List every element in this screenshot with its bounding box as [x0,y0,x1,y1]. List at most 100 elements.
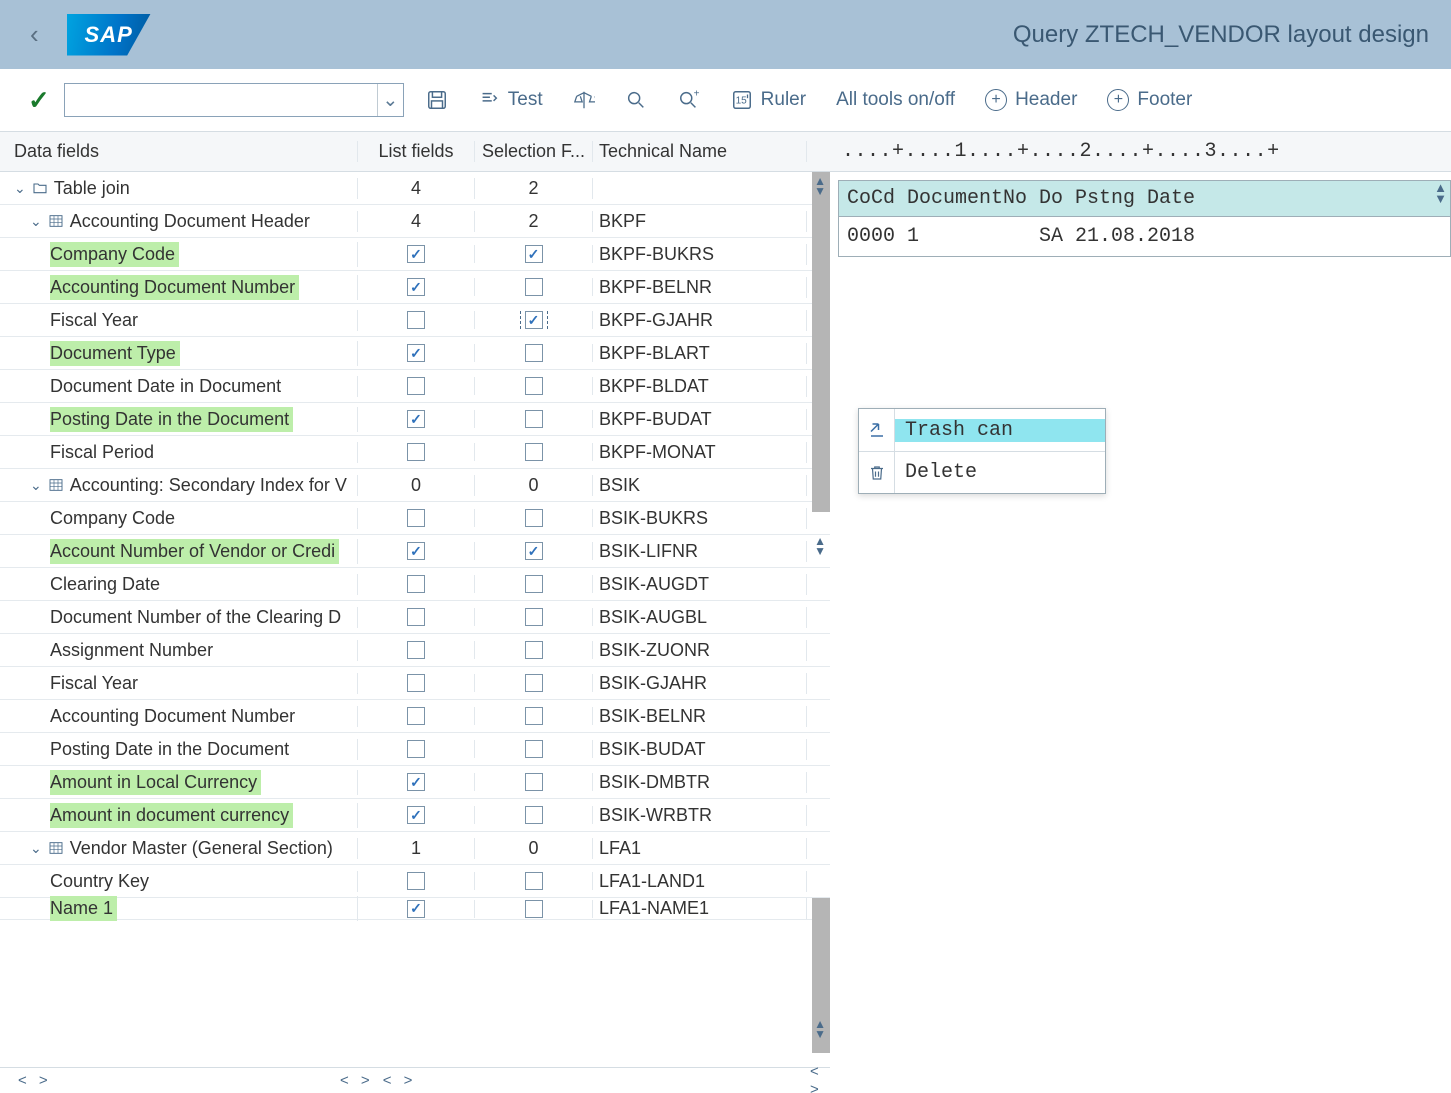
header-button[interactable]: + Header [977,85,1085,115]
checkbox[interactable] [525,740,543,758]
table-row[interactable]: Fiscal PeriodBKPF-MONAT [0,436,830,469]
checkbox[interactable] [525,608,543,626]
checkbox[interactable] [525,278,543,296]
checkbox[interactable] [407,707,425,725]
checkbox[interactable] [407,311,425,329]
scroll-arrows-icon[interactable]: ▲▼ [814,536,826,556]
field-label: Accounting Document Number [50,275,299,300]
table-row[interactable]: ⌄Accounting Document Header42BKPF [0,205,830,238]
chevron-down-icon[interactable]: ⌄ [30,840,42,857]
checkbox[interactable]: ✓ [407,278,425,296]
checkbox[interactable] [407,674,425,692]
checkbox[interactable] [525,344,543,362]
checkbox[interactable] [525,509,543,527]
checkbox[interactable] [525,872,543,890]
technical-name: BSIK-BUKRS [593,508,807,529]
table-row[interactable]: Document Date in DocumentBKPF-BLDAT [0,370,830,403]
table-row[interactable]: Amount in Local Currency✓BSIK-DMBTR [0,766,830,799]
balance-button[interactable] [565,85,603,115]
checkbox[interactable] [525,575,543,593]
hscroll-nav[interactable]: < > [810,1063,823,1093]
command-dropdown-icon[interactable]: ⌄ [377,84,403,116]
table-row[interactable]: Name 1✓LFA1-NAME1 [0,898,830,920]
test-button[interactable]: Test [470,85,551,115]
checkbox[interactable] [407,608,425,626]
checkbox[interactable]: ✓ [407,806,425,824]
scroll-arrows-icon[interactable]: ▲▼ [1434,182,1447,204]
checkbox[interactable] [525,377,543,395]
col-header-selection[interactable]: Selection F... [475,141,593,162]
checkbox[interactable] [525,806,543,824]
scrollbar-thumb[interactable] [812,172,830,512]
command-input-wrap[interactable]: ⌄ [64,83,404,117]
chevron-down-icon[interactable]: ⌄ [30,477,42,494]
hscroll-nav[interactable]: < > [18,1072,52,1089]
checkbox[interactable] [525,900,543,918]
checkbox[interactable] [525,707,543,725]
checkbox[interactable] [525,674,543,692]
save-button[interactable] [418,85,456,115]
checkbox[interactable]: ✓ [525,542,543,560]
checkbox[interactable] [407,443,425,461]
command-input[interactable] [65,90,377,110]
checkbox[interactable]: ✓ [407,900,425,918]
all-tools-button[interactable]: All tools on/off [828,85,963,115]
col-header-data-fields[interactable]: Data fields [0,141,358,162]
table-row[interactable]: ⌄Table join42 [0,172,830,205]
col-header-technical[interactable]: Technical Name [593,141,807,162]
checkbox[interactable] [407,509,425,527]
ruler-button[interactable]: 15 Ruler [723,85,814,115]
checkbox[interactable] [525,443,543,461]
checkbox[interactable]: ✓ [407,410,425,428]
checkbox[interactable]: ✓ [407,773,425,791]
search-plus-button[interactable]: + [669,85,709,115]
table-row[interactable]: Assignment NumberBSIK-ZUONR [0,634,830,667]
table-row[interactable]: Accounting Document NumberBSIK-BELNR [0,700,830,733]
checkbox[interactable]: ✓ [525,245,543,263]
footer-btn-label: Footer [1137,89,1192,111]
table-row[interactable]: Account Number of Vendor or Credi✓✓BSIK-… [0,535,830,568]
confirm-button[interactable]: ✓ [28,85,50,116]
checkbox[interactable] [407,740,425,758]
footer-button[interactable]: + Footer [1099,85,1200,115]
table-row[interactable]: Posting Date in the DocumentBSIK-BUDAT [0,733,830,766]
table-row[interactable]: ⌄Vendor Master (General Section)10LFA1 [0,832,830,865]
field-label: Company Code [50,508,175,529]
table-row[interactable]: Clearing DateBSIK-AUGDT [0,568,830,601]
chevron-down-icon[interactable]: ⌄ [30,213,42,230]
checkbox[interactable] [525,773,543,791]
col-header-list-fields[interactable]: List fields [358,141,475,162]
checkbox[interactable]: ✓ [407,344,425,362]
table-row[interactable]: Company Code✓✓BKPF-BUKRS [0,238,830,271]
checkbox[interactable] [525,641,543,659]
table-row[interactable]: Document Number of the Clearing DBSIK-AU… [0,601,830,634]
checkbox[interactable] [407,377,425,395]
table-row[interactable]: Document Type✓BKPF-BLART [0,337,830,370]
table-row[interactable]: ⌄Accounting: Secondary Index for V00BSIK [0,469,830,502]
table-row[interactable]: Company Code BSIK-BUKRS [0,502,830,535]
search-button[interactable] [617,85,655,115]
table-row[interactable]: Fiscal Year✓BKPF-GJAHR [0,304,830,337]
checkbox[interactable] [407,872,425,890]
scroll-arrows-icon[interactable]: ▲▼ [814,176,826,196]
menu-item-trash[interactable]: Trash can [859,409,1105,451]
menu-item-delete[interactable]: Delete [859,451,1105,493]
field-label: Name 1 [50,896,117,921]
checkbox[interactable] [407,641,425,659]
menu-delete-label: Delete [895,461,1105,484]
hscroll-nav[interactable]: < > [340,1072,374,1089]
scroll-arrows-icon[interactable]: ▲▼ [814,1019,826,1039]
checkbox[interactable]: ✓ [525,311,543,329]
checkbox[interactable]: ✓ [407,542,425,560]
back-button[interactable]: ‹ [22,15,47,54]
checkbox[interactable] [407,575,425,593]
table-row[interactable]: Amount in document currency✓BSIK-WRBTR [0,799,830,832]
chevron-down-icon[interactable]: ⌄ [14,180,26,197]
checkbox[interactable]: ✓ [407,245,425,263]
table-row[interactable]: Posting Date in the Document✓BKPF-BUDAT [0,403,830,436]
table-row[interactable]: Country KeyLFA1-LAND1 [0,865,830,898]
checkbox[interactable] [525,410,543,428]
table-row[interactable]: Accounting Document Number✓BKPF-BELNR [0,271,830,304]
table-row[interactable]: Fiscal YearBSIK-GJAHR [0,667,830,700]
hscroll-nav[interactable]: < > [383,1072,417,1089]
